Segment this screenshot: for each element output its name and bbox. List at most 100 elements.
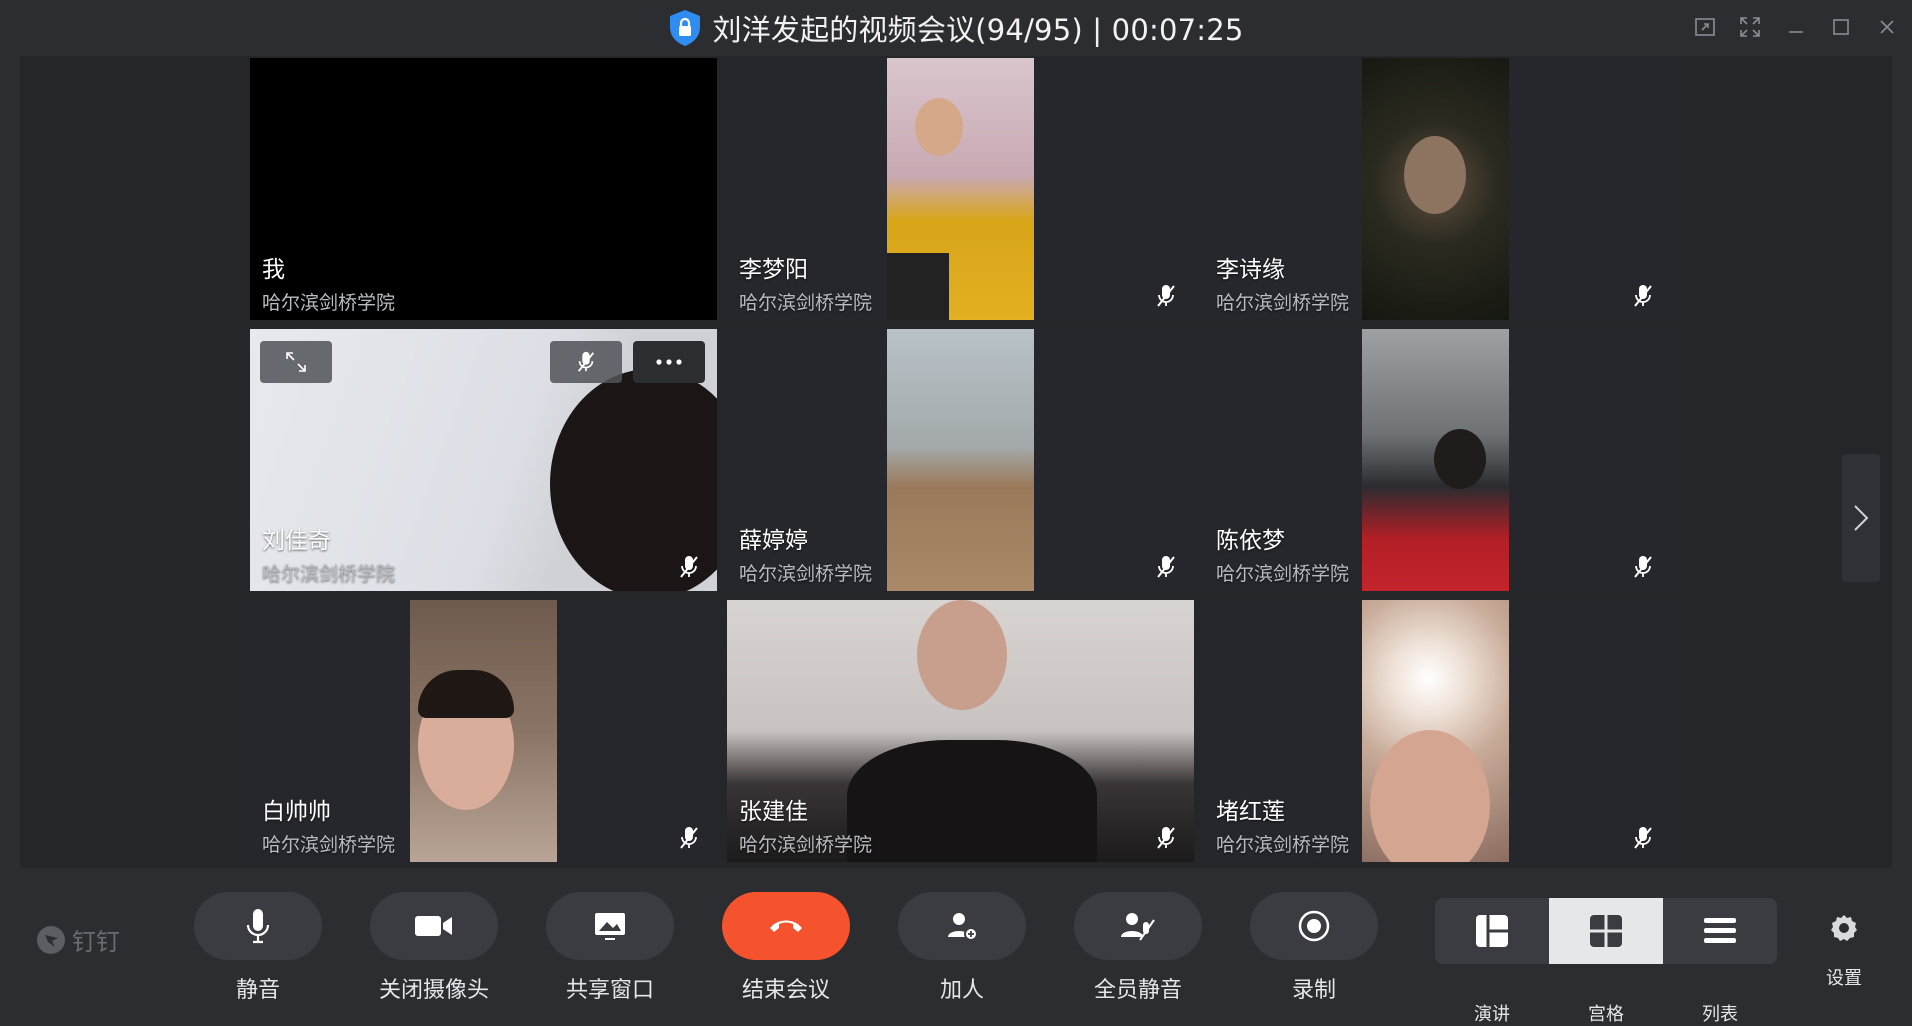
participant-name: 堵红莲 [1216,799,1285,825]
more-icon [656,359,682,365]
layout-list-button[interactable] [1663,898,1777,964]
camera-off-label: 关闭摄像头 [378,978,489,1003]
video-camera-icon [415,916,452,936]
participant-name: 陈依梦 [1216,528,1285,554]
participant-org: 哈尔滨剑桥学院 [739,292,873,314]
participant-name: 我 [262,257,285,283]
video-tile[interactable]: 陈依梦 哈尔滨剑桥学院 [1204,329,1671,591]
share-pill[interactable] [546,892,674,960]
shield-lock-icon [670,10,701,46]
video-person [915,98,963,156]
participant-org: 哈尔滨剑桥学院 [1216,563,1350,585]
gear-icon [1831,915,1857,941]
layout-grid-label: 宫格 [1588,1004,1624,1025]
next-page-button[interactable] [1842,454,1880,582]
meeting-toolbar: 钉钉 静音 关闭摄像头 共享窗口 结束会议 加人 全员静音 录制 演讲 宫格 列… [0,868,1912,1025]
record-button[interactable]: 录制 [1250,892,1378,1004]
mute-pill[interactable] [194,892,322,960]
participant-org: 哈尔滨剑桥学院 [262,834,396,856]
float-window-icon[interactable] [1690,12,1720,42]
video-tile[interactable]: 薛婷婷 哈尔滨剑桥学院 [727,329,1194,591]
video-feed [410,600,557,862]
mic-muted-icon [577,351,595,372]
video-shirt-print [887,253,949,320]
add-pill[interactable] [898,892,1026,960]
speaker-layout-icon [1476,915,1508,947]
close-icon[interactable] [1872,12,1902,42]
camera-off-button[interactable]: 关闭摄像头 [370,892,498,1004]
video-feed [887,329,1034,591]
settings-button[interactable]: 设置 [1816,912,1872,990]
video-tile[interactable]: 白帅帅 哈尔滨剑桥学院 [250,600,717,862]
mic-muted-icon [1157,827,1175,849]
grid-layout-icon [1590,915,1622,947]
participant-name: 薛婷婷 [739,528,808,554]
expand-button[interactable] [260,341,332,383]
more-options-button[interactable] [633,341,705,383]
video-person [917,600,1007,710]
maximize-icon[interactable] [1826,12,1856,42]
mute-all-label: 全员静音 [1093,978,1182,1003]
video-feed [1362,58,1509,320]
fullscreen-icon[interactable] [1735,12,1765,42]
video-person [1370,730,1490,862]
participant-org: 哈尔滨剑桥学院 [739,563,873,585]
end-pill[interactable] [722,892,850,960]
video-grid: 我 哈尔滨剑桥学院 李梦阳 哈尔滨剑桥学院 李诗缘 哈尔滨剑桥学院 刘佳奇 哈尔… [20,56,1892,868]
participant-org: 哈尔滨剑桥学院 [1216,834,1350,856]
dingtalk-logo: 钉钉 [36,922,120,957]
add-person-button[interactable]: 加人 [898,892,1026,1004]
video-feed [1362,600,1509,862]
mic-muted-icon [1157,556,1175,578]
layout-grid-button[interactable] [1549,898,1663,964]
add-user-icon [948,913,978,941]
video-tile[interactable]: 我 哈尔滨剑桥学院 [250,58,717,320]
minimize-icon[interactable] [1781,12,1811,42]
video-feed [1362,329,1509,591]
video-person [1434,429,1486,489]
title-wrap: 刘洋发起的视频会议(94/95) | 00:07:25 [0,6,1912,50]
mic-muted-icon [1634,556,1652,578]
mute-all-icon [1121,913,1155,941]
video-tile[interactable]: 李诗缘 哈尔滨剑桥学院 [1204,58,1671,320]
participant-name: 李诗缘 [1216,257,1285,283]
participant-org: 哈尔滨剑桥学院 [739,834,873,856]
mic-muted-icon [1634,285,1652,307]
participant-name: 李梦阳 [739,257,808,283]
mute-all-button[interactable]: 全员静音 [1074,892,1202,1004]
video-person [1404,136,1466,214]
add-person-label: 加人 [939,978,984,1003]
video-tile[interactable]: 堵红莲 哈尔滨剑桥学院 [1204,600,1671,862]
video-tile[interactable]: 刘佳奇 哈尔滨剑桥学院 [250,329,717,591]
record-pill[interactable] [1250,892,1378,960]
end-meeting-label: 结束会议 [741,978,830,1003]
chevron-right-icon [1854,505,1869,531]
list-layout-icon [1704,918,1736,943]
end-meeting-button[interactable]: 结束会议 [722,892,850,1004]
mic-muted-icon [1634,827,1652,849]
mute-label: 静音 [235,978,280,1003]
mute-participant-button[interactable] [550,341,622,383]
title-bar: 刘洋发起的视频会议(94/95) | 00:07:25 [0,0,1912,56]
layout-list-label: 列表 [1702,1004,1738,1025]
participant-org: 哈尔滨剑桥学院 [262,292,396,314]
record-label: 录制 [1291,978,1336,1003]
mic-muted-icon [1157,285,1175,307]
video-tile[interactable]: 李梦阳 哈尔滨剑桥学院 [727,58,1194,320]
layout-speaker-label: 演讲 [1474,1004,1510,1025]
video-feed [887,58,1034,320]
layout-speaker-button[interactable] [1435,898,1549,964]
share-window-label: 共享窗口 [565,978,654,1003]
mute-all-pill[interactable] [1074,892,1202,960]
camera-pill[interactable] [370,892,498,960]
mic-muted-icon [680,827,698,849]
mic-muted-icon [680,556,698,578]
share-window-button[interactable]: 共享窗口 [546,892,674,1004]
participant-name: 白帅帅 [262,799,331,825]
video-tile[interactable]: 张建佳 哈尔滨剑桥学院 [727,600,1194,862]
mute-button[interactable]: 静音 [194,892,322,1004]
participant-name: 刘佳奇 [262,528,331,554]
video-hair [418,670,514,718]
participant-org: 哈尔滨剑桥学院 [1216,292,1350,314]
record-icon [1298,910,1330,942]
